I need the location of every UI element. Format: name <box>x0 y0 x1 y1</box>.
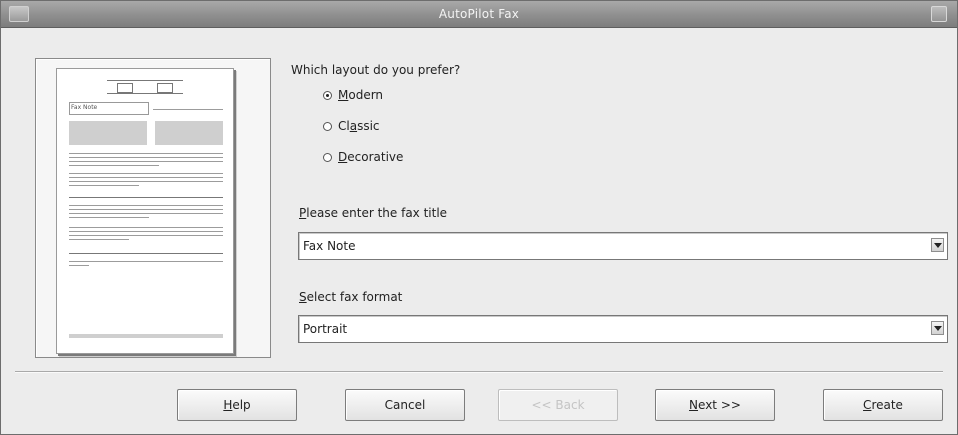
window-title: AutoPilot Fax <box>438 7 520 21</box>
radio-button[interactable] <box>323 152 332 162</box>
radio-decorative[interactable]: Decorative <box>323 149 403 165</box>
radio-classic[interactable]: Classic <box>323 118 380 134</box>
title-bar[interactable]: AutoPilot Fax <box>1 1 957 28</box>
fax-title-value: Fax Note <box>303 239 356 253</box>
next-button[interactable]: Next >> <box>655 389 775 421</box>
fax-format-value: Portrait <box>303 322 348 336</box>
fax-title-label: Please enter the fax title <box>299 206 448 220</box>
preview-fax-label: Fax Note <box>71 104 98 111</box>
radio-button[interactable] <box>323 121 332 131</box>
cancel-button[interactable]: Cancel <box>345 389 465 421</box>
fax-format-label: Select fax format <box>299 290 403 304</box>
radio-modern-label: Modern <box>338 88 384 102</box>
button-divider <box>15 371 943 373</box>
radio-decorative-label: Decorative <box>338 150 404 164</box>
layout-preview: Fax Note <box>35 58 271 358</box>
radio-classic-label: Classic <box>338 119 380 133</box>
back-button[interactable]: << Back <box>498 389 618 421</box>
dropdown-arrow-icon[interactable] <box>931 238 944 252</box>
fax-title-combobox[interactable]: Fax Note <box>298 232 948 260</box>
radio-button-selected[interactable] <box>323 90 332 100</box>
dropdown-arrow-icon[interactable] <box>931 321 944 335</box>
preview-page: Fax Note <box>56 68 234 354</box>
radio-modern[interactable]: Modern <box>323 87 383 103</box>
window-control-icon[interactable] <box>931 6 947 22</box>
autopilot-fax-dialog: AutoPilot Fax Fax Note Which layout do y… <box>0 0 958 435</box>
fax-format-combobox[interactable]: Portrait <box>298 315 948 343</box>
layout-question: Which layout do you prefer? <box>291 63 461 77</box>
create-button[interactable]: Create <box>823 389 943 421</box>
help-button[interactable]: Help <box>177 389 297 421</box>
